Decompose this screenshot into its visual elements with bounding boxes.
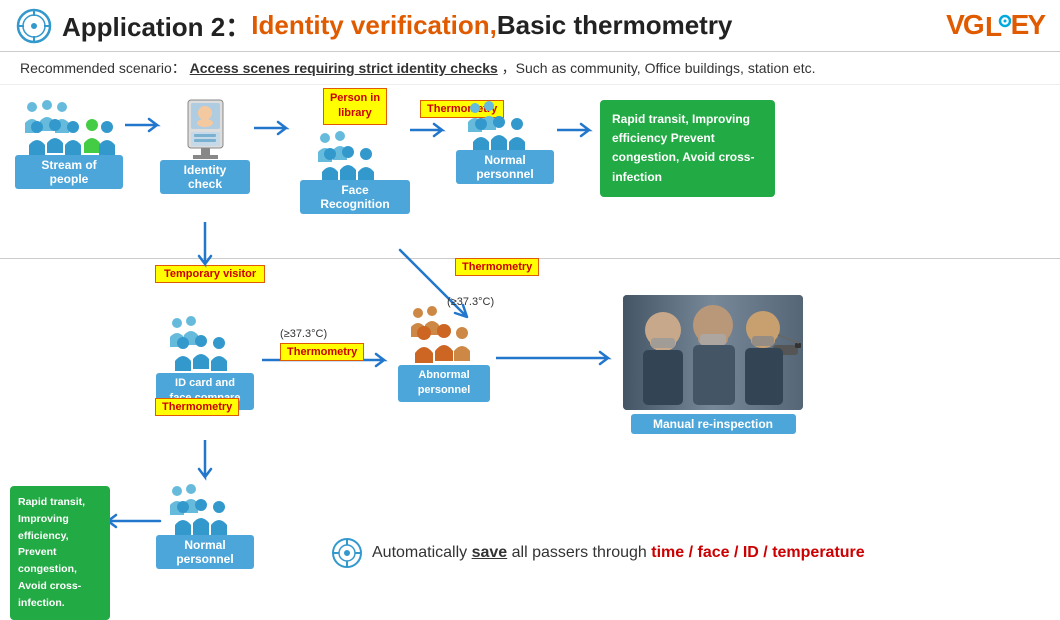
stream-of-people: Stream of people [14,95,124,189]
compass-icon [16,8,52,44]
scenario-line: Recommended scenario： Access scenes requ… [0,52,1060,85]
arrow-to-manual [496,348,616,373]
arrow1 [125,115,165,140]
scenario-prefix: Recommended scenario： [20,60,186,76]
summary-section: Automatically save all passers through t… [330,536,865,570]
scenario-suffix: ，Such as community, Office buildings, st… [502,60,816,76]
step3-label: Face Recognition [300,180,410,214]
identity-check: Identity check [160,95,250,194]
step6-label: Abnormal personnel [398,365,490,402]
arrow-down1 [195,222,215,277]
face-recognition-group: Person in library Face Recognition [295,88,415,214]
normal-personnel-top: Normal personnel [455,100,555,184]
brand-logo: V G L EY [946,9,1044,43]
rapid-transit-top: Rapid transit, Improving efficiency Prev… [600,100,775,197]
normal-personnel-bottom: Normal personnel [155,483,255,569]
arrow3 [410,120,450,145]
step7-label: Manual re-inspection [631,414,796,434]
target-icon [330,536,364,570]
step2-label: Identity check [160,160,250,194]
abnormal-personnel: Abnormal personnel [394,305,494,402]
summary-text: Automatically save all passers through t… [372,544,865,562]
badge-thermometry2b: Thermometry [280,343,364,361]
id-card-face-compare: ID card and face compare [155,315,255,410]
rapid-transit-bottom: Rapid transit, Improving efficiency, Pre… [10,486,110,620]
manual-reinspection: Manual re-inspection [618,295,808,434]
step1-label: Stream of people [15,155,123,189]
badge-thermometry2: Thermometry [455,258,539,276]
svg-text:L: L [985,11,1002,42]
badge-person-library: Person in library [323,88,387,125]
app-label: Application 2： [62,7,251,44]
title-rest: Basic thermometry [497,10,733,41]
badge-thermometry-bottom: Thermometry [155,398,239,416]
arrow4 [557,120,597,145]
scenario-highlight: Access scenes requiring strict identity … [190,60,498,76]
threshold2-label: (≥37.3°C) [280,328,327,340]
arrow2 [254,118,294,143]
step4-label: Normal personnel [456,150,554,184]
step8-label: Normal personnel [156,535,254,569]
title-highlight: Identity verification, [251,10,497,41]
